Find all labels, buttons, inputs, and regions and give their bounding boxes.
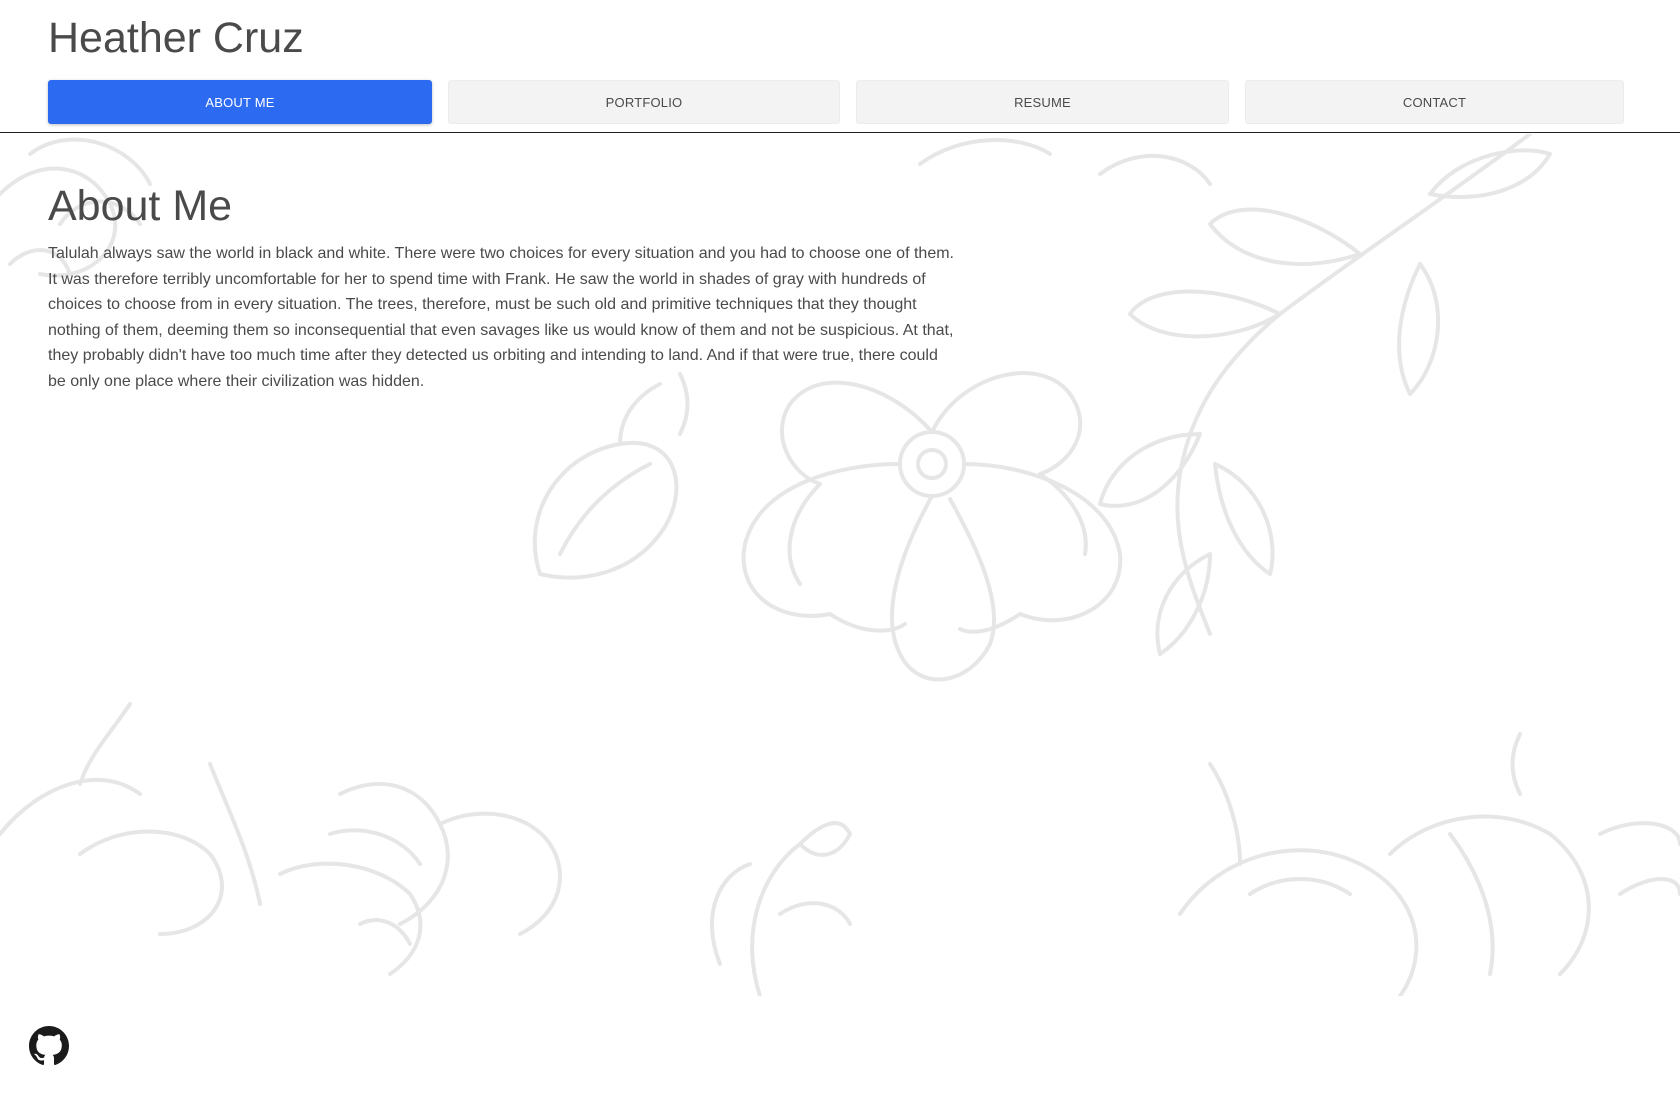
github-icon[interactable] xyxy=(29,1026,69,1066)
floral-bottom-left xyxy=(0,702,562,976)
site-header: Heather Cruz ABOUT ME PORTFOLIO RESUME C… xyxy=(0,0,1680,133)
site-footer xyxy=(0,996,1680,1095)
site-title: Heather Cruz xyxy=(48,14,304,62)
about-paragraph: Talulah always saw the world in black an… xyxy=(48,245,954,390)
page: Heather Cruz ABOUT ME PORTFOLIO RESUME C… xyxy=(0,0,1680,1095)
floral-bud xyxy=(532,372,690,580)
floral-bottom-center xyxy=(710,821,852,996)
main-content: About Me Talulah always saw the world in… xyxy=(0,134,1680,996)
floral-stem-right xyxy=(918,134,1552,656)
section-title: About Me xyxy=(48,182,233,230)
floral-bottom-right xyxy=(1178,732,1680,996)
tab-about-me[interactable]: ABOUT ME xyxy=(48,80,432,124)
tab-contact[interactable]: CONTACT xyxy=(1245,80,1624,124)
main-nav: ABOUT ME PORTFOLIO RESUME CONTACT xyxy=(48,80,1624,124)
github-icon-glyph xyxy=(29,1026,69,1066)
floral-center-flower xyxy=(741,371,1123,682)
tab-resume[interactable]: RESUME xyxy=(856,80,1229,124)
tab-portfolio[interactable]: PORTFOLIO xyxy=(448,80,840,124)
about-section: About Me Talulah always saw the world in… xyxy=(48,182,958,395)
